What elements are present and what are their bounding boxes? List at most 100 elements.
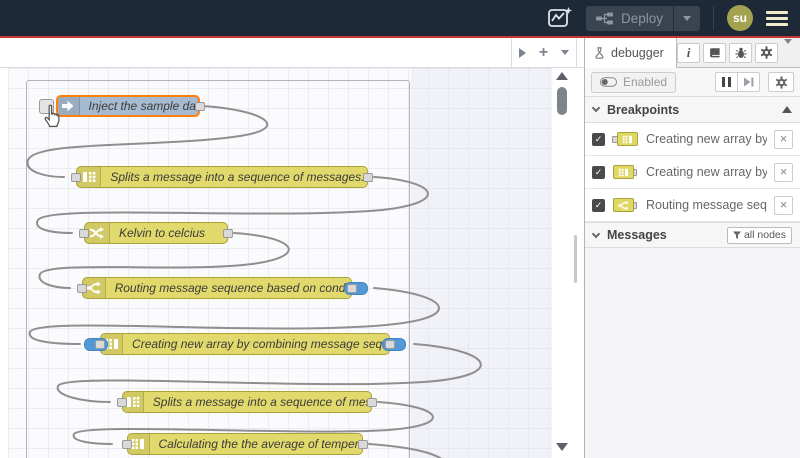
node-label: Kelvin to celcius xyxy=(119,226,206,240)
header-divider xyxy=(713,6,714,30)
sidebar-scrollbar-thumb[interactable] xyxy=(574,235,577,283)
output-port[interactable] xyxy=(367,398,377,407)
node-switch[interactable]: Routing message sequence based on condit… xyxy=(77,277,368,299)
chevron-down-icon xyxy=(784,38,792,61)
enabled-toggle-button[interactable]: Enabled xyxy=(591,71,677,93)
node-label: Creating new array by combining message … xyxy=(132,337,389,351)
deploy-icon xyxy=(595,12,613,24)
debug-bug-icon xyxy=(734,47,747,58)
tab-actions: + xyxy=(511,38,577,67)
canvas-scrollbar-thumb[interactable] xyxy=(557,87,567,115)
breakpoint-checkbox[interactable]: ✓ xyxy=(592,198,605,212)
section-title: Messages xyxy=(607,228,667,242)
help-book-icon xyxy=(709,47,720,57)
toggle-icon xyxy=(600,77,617,87)
tab-debugger[interactable]: debugger xyxy=(585,38,677,68)
play-icon[interactable] xyxy=(518,47,526,58)
breakpoint-checkbox[interactable]: ✓ xyxy=(592,132,605,146)
workspace: + Inject the sample data Splits a messag… xyxy=(0,38,584,458)
filter-funnel-icon xyxy=(732,231,741,239)
sidebar-tab-bar: debugger i xyxy=(585,38,800,68)
flow-assistant-icon[interactable] xyxy=(547,6,573,30)
debugger-tab-icon xyxy=(595,47,604,59)
wire[interactable] xyxy=(368,443,453,458)
info-button[interactable]: i xyxy=(677,42,700,63)
join-node-output-icon xyxy=(612,164,639,180)
messages-empty-body xyxy=(585,248,800,458)
scroll-to-top-icon[interactable] xyxy=(782,106,792,113)
input-port[interactable] xyxy=(122,440,132,449)
inject-trigger-button[interactable] xyxy=(39,99,54,114)
node-label: Splits a message into a sequence of mess… xyxy=(152,395,371,409)
user-avatar[interactable]: su xyxy=(727,5,753,31)
sidebar: debugger i Enabled Breakpoints ✓ Creatin… xyxy=(584,38,800,458)
settings-gear-icon xyxy=(775,75,787,89)
node-join[interactable]: Creating new array by combining message … xyxy=(84,333,406,355)
remove-breakpoint-button[interactable]: × xyxy=(774,129,793,149)
pause-button[interactable] xyxy=(715,72,738,92)
info-icon: i xyxy=(686,44,691,60)
debug-messages-button[interactable] xyxy=(729,42,752,63)
debugger-toolbar: Enabled xyxy=(585,68,800,97)
input-port[interactable] xyxy=(71,173,81,182)
settings-gear-icon xyxy=(760,46,773,59)
flow-tab-strip: + xyxy=(0,38,584,68)
collapse-chevron-icon xyxy=(591,229,601,238)
breakpoint-row[interactable]: ✓ Creating new array by combining messag… xyxy=(585,156,800,189)
messages-filter-button[interactable]: all nodes xyxy=(726,226,792,244)
help-button[interactable] xyxy=(703,42,726,63)
node-split[interactable]: Splits a message into a sequence of mess… xyxy=(117,391,377,413)
breakpoint-label: Routing message sequence based on condit… xyxy=(646,198,767,212)
breakpoint-label: Creating new array by combining message … xyxy=(646,165,767,179)
section-messages-header[interactable]: Messages all nodes xyxy=(585,222,800,248)
switch-node-output-icon xyxy=(612,197,639,213)
filter-label: all nodes xyxy=(743,229,786,241)
node-label: Calculating the the average of temperatu… xyxy=(158,437,362,451)
node-label: Routing message sequence based on condit… xyxy=(114,281,351,295)
output-port[interactable] xyxy=(195,102,205,111)
chevron-down-icon xyxy=(683,15,691,21)
scroll-up-icon[interactable] xyxy=(556,72,568,80)
add-flow-icon[interactable]: + xyxy=(539,44,548,61)
section-breakpoints-header[interactable]: Breakpoints xyxy=(585,97,800,123)
join-node-input-icon xyxy=(612,131,639,147)
breakpoint-label: Creating new array by combining message … xyxy=(646,132,767,146)
config-nodes-button[interactable] xyxy=(755,42,778,63)
tab-label: debugger xyxy=(611,46,664,60)
step-button[interactable] xyxy=(737,72,760,92)
input-port[interactable] xyxy=(79,229,89,238)
node-label: Inject the sample data xyxy=(88,99,198,113)
breakpoint-row[interactable]: ✓ Routing message sequence based on cond… xyxy=(585,189,800,222)
collapse-chevron-icon xyxy=(591,103,601,113)
flow-list-icon[interactable] xyxy=(561,50,570,55)
section-title: Breakpoints xyxy=(607,102,680,117)
input-port[interactable] xyxy=(117,398,127,407)
node-split[interactable]: Splits a message into a sequence of mess… xyxy=(71,166,373,188)
output-port[interactable] xyxy=(385,340,395,349)
breakpoint-row[interactable]: ✓ Creating new array by combining messag… xyxy=(585,123,800,156)
sidebar-options-button[interactable] xyxy=(781,38,795,62)
scroll-down-icon[interactable] xyxy=(556,443,568,451)
output-port[interactable] xyxy=(358,440,368,449)
node-join[interactable]: Calculating the the average of temperatu… xyxy=(122,433,368,455)
debugger-settings-button[interactable] xyxy=(768,72,794,92)
deploy-options-button[interactable] xyxy=(673,5,700,31)
deploy-button[interactable]: Deploy xyxy=(585,5,700,31)
flow-canvas[interactable]: Inject the sample data Splits a message … xyxy=(0,68,584,458)
inject-icon xyxy=(58,97,80,115)
app-header: Deploy su xyxy=(0,0,800,36)
input-port[interactable] xyxy=(95,340,105,349)
output-port[interactable] xyxy=(223,229,233,238)
menu-icon[interactable] xyxy=(766,10,788,26)
input-port[interactable] xyxy=(77,284,87,293)
enabled-label: Enabled xyxy=(623,75,668,89)
output-port[interactable] xyxy=(347,284,357,293)
breakpoint-checkbox[interactable]: ✓ xyxy=(592,165,605,179)
node-inject[interactable]: Inject the sample data xyxy=(39,95,205,128)
remove-breakpoint-button[interactable]: × xyxy=(774,162,793,182)
step-icon xyxy=(743,77,753,87)
node-change[interactable]: Kelvin to celcius xyxy=(79,222,233,244)
remove-breakpoint-button[interactable]: × xyxy=(774,195,793,215)
output-port[interactable] xyxy=(363,173,373,182)
deploy-label: Deploy xyxy=(620,10,663,26)
